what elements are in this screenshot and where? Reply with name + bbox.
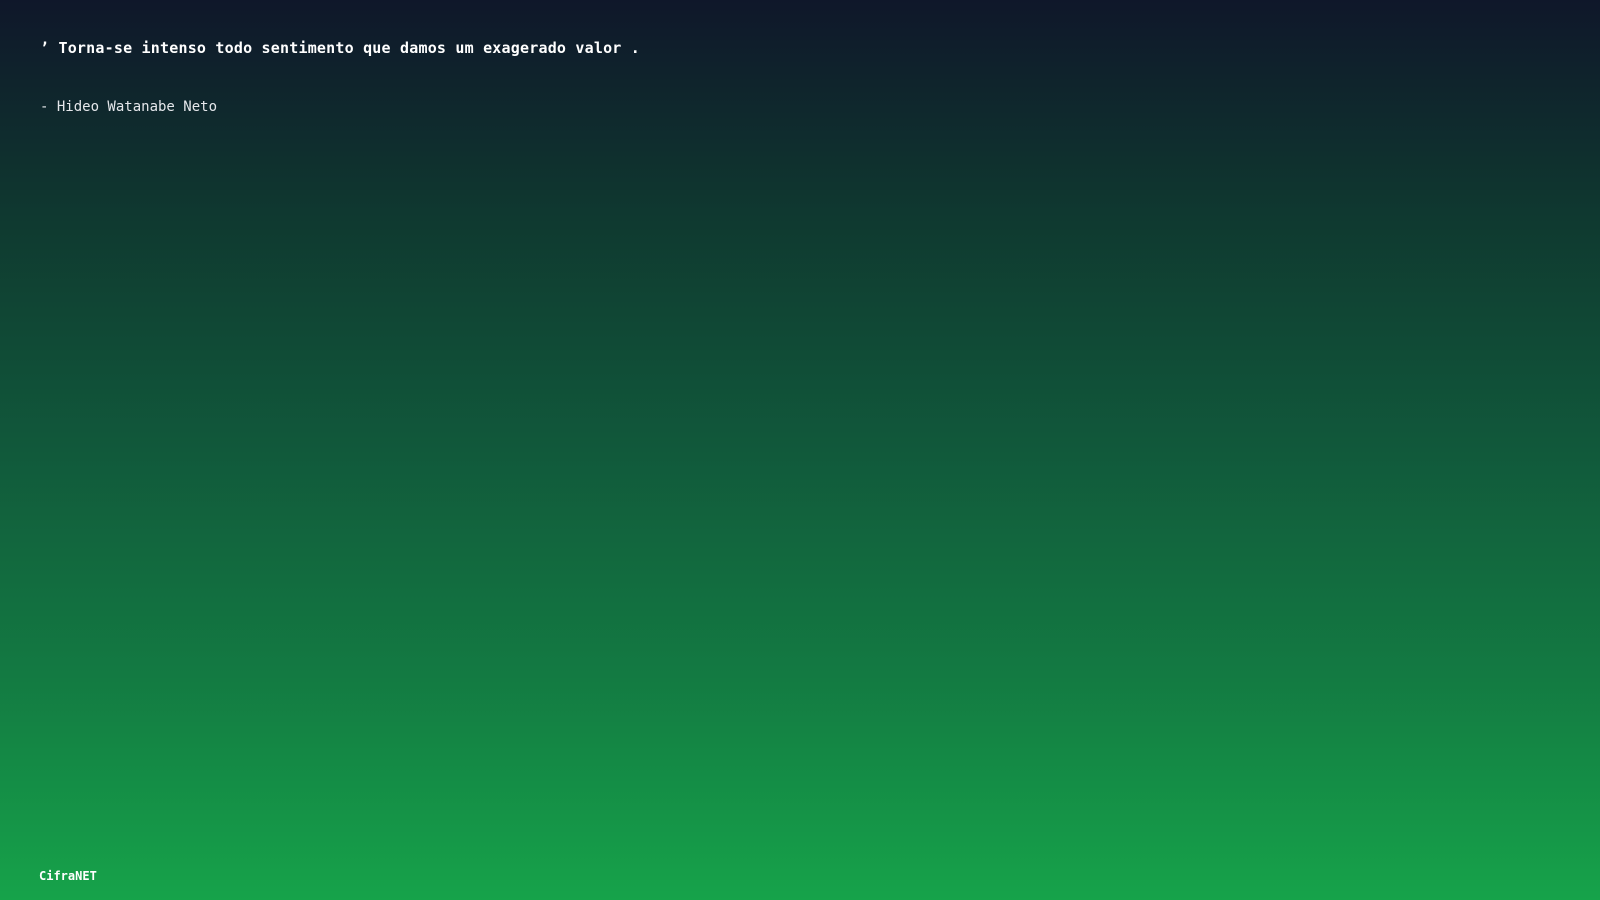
quote-author: - Hideo Watanabe Neto <box>40 99 218 115</box>
brand-label: CifraNET <box>39 869 97 883</box>
quote-text: ’ Torna-se intenso todo sentimento que d… <box>40 39 640 57</box>
quote-block: ’ Torna-se intenso todo sentimento que d… <box>40 38 1240 116</box>
